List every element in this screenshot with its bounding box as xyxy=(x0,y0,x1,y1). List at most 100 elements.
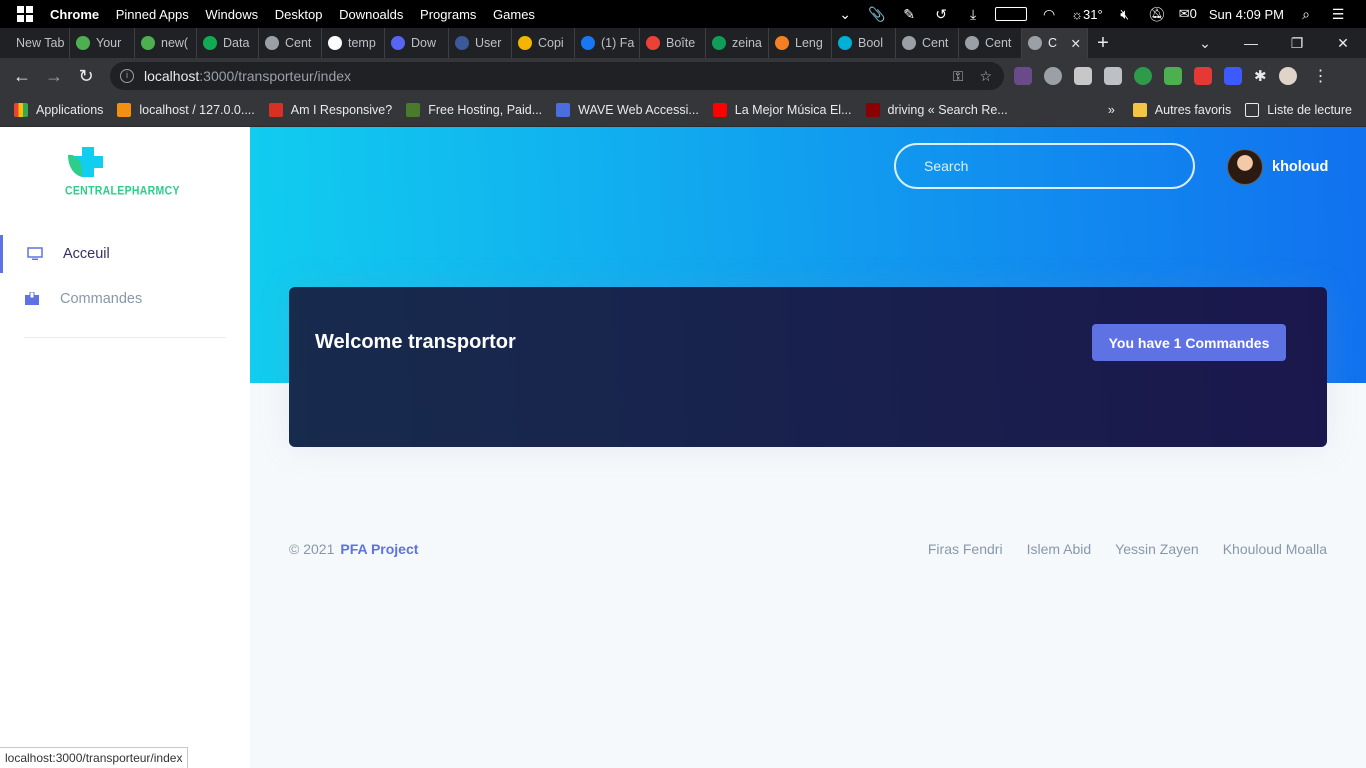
sidebar-item-acceuil[interactable]: Acceuil xyxy=(0,235,250,273)
extension-icon[interactable] xyxy=(1134,67,1152,85)
taskbar-menu-programs[interactable]: Programs xyxy=(420,7,476,22)
mail-counter[interactable]: ✉0 xyxy=(1179,6,1197,22)
taskbar-menu-downloads[interactable]: Downoalds xyxy=(339,7,403,22)
restore-icon[interactable]: ❐ xyxy=(1274,35,1320,52)
taskbar-menu-games[interactable]: Games xyxy=(493,7,535,22)
profile-avatar-icon[interactable] xyxy=(1278,67,1297,85)
hamburger-menu-icon[interactable]: ☰ xyxy=(1328,6,1348,22)
tab-search-icon[interactable]: ⌄ xyxy=(1182,35,1228,52)
tab-8[interactable]: Copi xyxy=(512,28,575,58)
tab-16[interactable]: C ✕ xyxy=(1022,28,1088,58)
bookmark-item[interactable]: Applications xyxy=(14,103,103,117)
extension-icon[interactable] xyxy=(1224,67,1242,85)
url-host: localhost xyxy=(144,68,200,84)
tab-14[interactable]: Cent xyxy=(896,28,959,58)
footer-link[interactable]: Yessin Zayen xyxy=(1115,541,1199,557)
bookmark-item[interactable]: WAVE Web Accessi... xyxy=(556,103,699,117)
chevron-down-icon[interactable]: ⌄ xyxy=(835,6,855,22)
minimize-icon[interactable]: — xyxy=(1228,35,1274,51)
address-bar[interactable]: i localhost:3000/transporteur/index ⚿ ☆ xyxy=(110,62,1004,90)
tab-label: User xyxy=(475,36,502,50)
download-icon[interactable]: ⤓ xyxy=(963,6,983,22)
user-menu[interactable]: kholoud xyxy=(1227,149,1328,185)
pencil-icon[interactable]: ✎ xyxy=(899,6,919,22)
taskbar-menu: Chrome Pinned Apps Windows Desktop Downo… xyxy=(50,7,548,22)
reading-list[interactable]: Liste de lecture xyxy=(1245,103,1352,117)
footer-link[interactable]: Firas Fendri xyxy=(928,541,1003,557)
tab-11[interactable]: zeina xyxy=(706,28,769,58)
volume-muted-icon[interactable]: 🔇︎ xyxy=(1115,6,1135,22)
notifications-off-icon[interactable]: 🔕︎ xyxy=(1147,6,1167,22)
site-info-icon[interactable]: i xyxy=(120,69,134,83)
tab-6[interactable]: Dow xyxy=(385,28,449,58)
footer-link[interactable]: Islem Abid xyxy=(1027,541,1092,557)
taskbar-menu-windows[interactable]: Windows xyxy=(205,7,258,22)
copyright: © 2021 xyxy=(289,541,335,557)
key-icon[interactable]: ⚿ xyxy=(953,68,964,85)
footer-links: Firas Fendri Islem Abid Yessin Zayen Kho… xyxy=(928,541,1327,557)
forward-icon[interactable]: → xyxy=(38,66,70,87)
bookmark-item[interactable]: Am I Responsive? xyxy=(268,103,392,117)
bookmark-item[interactable]: Free Hosting, Paid... xyxy=(406,103,542,117)
taskbar-menu-chrome[interactable]: Chrome xyxy=(50,7,99,22)
status-url-bubble: localhost:3000/transporteur/index xyxy=(0,747,189,768)
mail-icon: ✉ xyxy=(1178,6,1190,21)
other-bookmarks[interactable]: Autres favoris xyxy=(1132,103,1231,117)
tab-1[interactable]: Your xyxy=(70,28,135,58)
close-tab-icon[interactable]: ✕ xyxy=(1071,36,1081,51)
extension-icon[interactable] xyxy=(1194,67,1212,85)
tab-0[interactable]: New Tab xyxy=(0,28,70,58)
extension-icon[interactable] xyxy=(1164,67,1182,85)
reload-icon[interactable]: ↻ xyxy=(70,66,102,87)
paperclip-icon[interactable]: 📎 xyxy=(867,6,887,22)
avatar[interactable] xyxy=(1227,149,1263,185)
bookmark-item[interactable]: localhost / 127.0.0.... xyxy=(117,103,255,117)
clock[interactable]: Sun 4:09 PM xyxy=(1209,7,1284,22)
tab-10[interactable]: Boîte xyxy=(640,28,706,58)
sidebar-item-commandes[interactable]: Commandes xyxy=(0,280,250,318)
tab-15[interactable]: Cent xyxy=(959,28,1022,58)
brand-logo[interactable]: CENTRALEPHARMCY xyxy=(65,145,186,198)
weather-temp[interactable]: ☼31° xyxy=(1071,7,1103,22)
history-icon[interactable]: ↺ xyxy=(931,6,951,22)
tab-13[interactable]: Bool xyxy=(832,28,896,58)
tab-favicon-icon xyxy=(455,36,469,50)
tab-12[interactable]: Leng xyxy=(769,28,832,58)
windows-start-icon[interactable] xyxy=(0,0,50,28)
battery-icon[interactable] xyxy=(995,7,1028,21)
tab-9[interactable]: (1) Fa xyxy=(575,28,640,58)
commandes-count-button[interactable]: You have 1 Commandes xyxy=(1092,324,1286,361)
footer-link[interactable]: Khouloud Moalla xyxy=(1223,541,1327,557)
reading-list-icon xyxy=(1245,103,1260,117)
more-vert-icon[interactable]: ⋮ xyxy=(1313,66,1329,86)
bookmark-favicon-icon xyxy=(117,103,132,117)
bookmark-star-icon[interactable]: ☆ xyxy=(979,68,992,85)
bookmark-label: Free Hosting, Paid... xyxy=(428,103,543,117)
mail-count: 0 xyxy=(1189,6,1197,21)
bookmarks-more[interactable]: » xyxy=(1108,103,1115,117)
tab-7[interactable]: User xyxy=(449,28,512,58)
close-window-icon[interactable]: ✕ xyxy=(1320,35,1366,52)
back-icon[interactable]: ← xyxy=(6,66,38,87)
browser-tab-strip: New Tab Your new(Data Cent temp Dow User Copi (1… xyxy=(0,28,1366,58)
bookmark-item[interactable]: La Mejor Música El... xyxy=(712,103,852,117)
tab-5[interactable]: temp xyxy=(322,28,385,58)
extension-icon[interactable] xyxy=(1014,67,1032,85)
puzzle-icon[interactable]: ✱ xyxy=(1254,67,1267,85)
shield-icon[interactable] xyxy=(1104,67,1122,85)
extension-icon[interactable] xyxy=(1044,67,1062,85)
taskbar-menu-desktop[interactable]: Desktop xyxy=(275,7,323,22)
search-icon[interactable]: ⌕ xyxy=(1296,6,1316,22)
wifi-icon[interactable]: ◠ xyxy=(1039,6,1059,22)
tab-4[interactable]: Cent xyxy=(259,28,322,58)
extension-icon[interactable] xyxy=(1074,67,1092,85)
taskbar-menu-pinned-apps[interactable]: Pinned Apps xyxy=(116,7,189,22)
tab-3[interactable]: Data xyxy=(197,28,259,58)
bookmark-favicon-icon xyxy=(556,103,571,117)
search-input[interactable] xyxy=(894,143,1195,189)
tab-2[interactable]: new( xyxy=(135,28,197,58)
bookmark-item[interactable]: driving « Search Re... xyxy=(865,103,1008,117)
tab-favicon-icon xyxy=(902,36,916,50)
footer-brand-link[interactable]: PFA Project xyxy=(340,541,418,557)
new-tab-button[interactable]: + xyxy=(1088,32,1118,55)
